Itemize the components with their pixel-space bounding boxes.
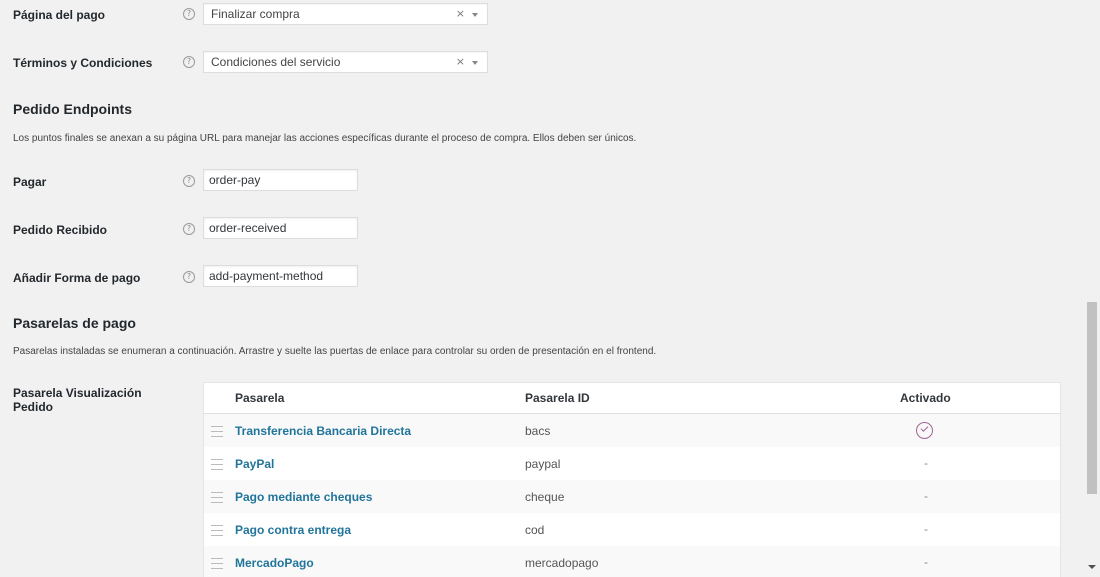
payment-page-select[interactable]: Finalizar compra × <box>203 3 488 25</box>
clear-icon[interactable]: × <box>456 7 465 20</box>
gateways-table-header: Pasarela Pasarela ID Activado <box>204 383 1060 414</box>
gateway-id: cod <box>525 523 545 537</box>
endpoint-pay-input[interactable] <box>203 169 358 191</box>
endpoint-order-received-input[interactable] <box>203 217 358 239</box>
terms-row: Términos y Condiciones ? Condiciones del… <box>13 51 1073 75</box>
payment-page-row: Página del pago ? Finalizar compra × <box>13 3 1073 27</box>
endpoints-section-description: Los puntos finales se anexan a su página… <box>13 133 637 144</box>
drag-handle-icon[interactable] <box>211 558 223 569</box>
endpoint-row-add-payment-method: Añadir Forma de pago ? <box>13 265 1073 289</box>
endpoint-row-pay: Pagar ? <box>13 169 1073 193</box>
endpoint-add-payment-method-input[interactable] <box>203 265 358 287</box>
column-header-gateway-id[interactable]: Pasarela ID <box>525 391 590 405</box>
gateway-name-link[interactable]: Pago contra entrega <box>235 523 351 537</box>
table-row[interactable]: Pago contra entrega cod - <box>204 513 1060 546</box>
scrollbar-thumb[interactable] <box>1087 302 1097 494</box>
payment-page-select-value: Finalizar compra <box>211 7 300 21</box>
gateway-name-link[interactable]: Pago mediante cheques <box>235 490 372 504</box>
help-icon[interactable]: ? <box>183 271 195 283</box>
gateway-name-link[interactable]: Transferencia Bancaria Directa <box>235 424 411 438</box>
help-icon[interactable]: ? <box>183 175 195 187</box>
endpoint-pay-label: Pagar <box>13 175 47 189</box>
help-icon[interactable]: ? <box>183 8 195 20</box>
gateway-status[interactable]: - <box>916 456 936 470</box>
gateway-id: mercadopago <box>525 556 599 570</box>
table-row[interactable]: Transferencia Bancaria Directa bacs <box>204 414 1060 447</box>
drag-handle-icon[interactable] <box>211 459 223 470</box>
chevron-down-icon[interactable] <box>472 13 478 17</box>
help-icon[interactable]: ? <box>183 223 195 235</box>
drag-handle-icon[interactable] <box>211 426 223 437</box>
table-row[interactable]: MercadoPago mercadopago - <box>204 546 1060 577</box>
gateway-status[interactable]: - <box>916 489 936 503</box>
gateway-status[interactable]: - <box>916 555 936 569</box>
vertical-scrollbar[interactable] <box>1084 0 1100 577</box>
column-header-gateway[interactable]: Pasarela <box>235 391 284 405</box>
payment-page-label: Página del pago <box>13 8 106 22</box>
scroll-down-arrow-icon[interactable] <box>1088 565 1096 569</box>
table-row[interactable]: Pago mediante cheques cheque - <box>204 480 1060 513</box>
gateway-id: bacs <box>525 424 551 438</box>
gateway-name-link[interactable]: MercadoPago <box>235 556 314 570</box>
endpoint-row-order-received: Pedido Recibido ? <box>13 217 1073 241</box>
help-icon[interactable]: ? <box>183 56 195 68</box>
terms-select[interactable]: Condiciones del servicio × <box>203 51 488 73</box>
column-header-enabled[interactable]: Activado <box>900 391 951 405</box>
drag-handle-icon[interactable] <box>211 525 223 536</box>
check-circle-icon[interactable] <box>916 422 933 439</box>
endpoint-order-received-label: Pedido Recibido <box>13 223 108 237</box>
clear-icon[interactable]: × <box>456 55 465 68</box>
chevron-down-icon[interactable] <box>472 61 478 65</box>
drag-handle-icon[interactable] <box>211 492 223 503</box>
gateway-status[interactable]: - <box>916 522 936 536</box>
gateways-table: Pasarela Pasarela ID Activado Transferen… <box>203 382 1061 577</box>
gateway-id: paypal <box>525 457 561 471</box>
gateway-name-link[interactable]: PayPal <box>235 457 274 471</box>
terms-select-value: Condiciones del servicio <box>211 55 341 69</box>
endpoint-add-payment-method-label: Añadir Forma de pago <box>13 271 141 285</box>
endpoints-section-title: Pedido Endpoints <box>13 101 132 117</box>
gateway-id: cheque <box>525 490 565 504</box>
gateways-section-description: Pasarelas instaladas se enumeran a conti… <box>13 346 657 357</box>
gateway-order-label: Pasarela Visualización Pedido <box>13 386 142 414</box>
settings-page: Página del pago ? Finalizar compra × Tér… <box>0 0 1084 577</box>
terms-label: Términos y Condiciones <box>13 56 153 70</box>
table-row[interactable]: PayPal paypal - <box>204 447 1060 480</box>
gateways-section-title: Pasarelas de pago <box>13 315 136 331</box>
